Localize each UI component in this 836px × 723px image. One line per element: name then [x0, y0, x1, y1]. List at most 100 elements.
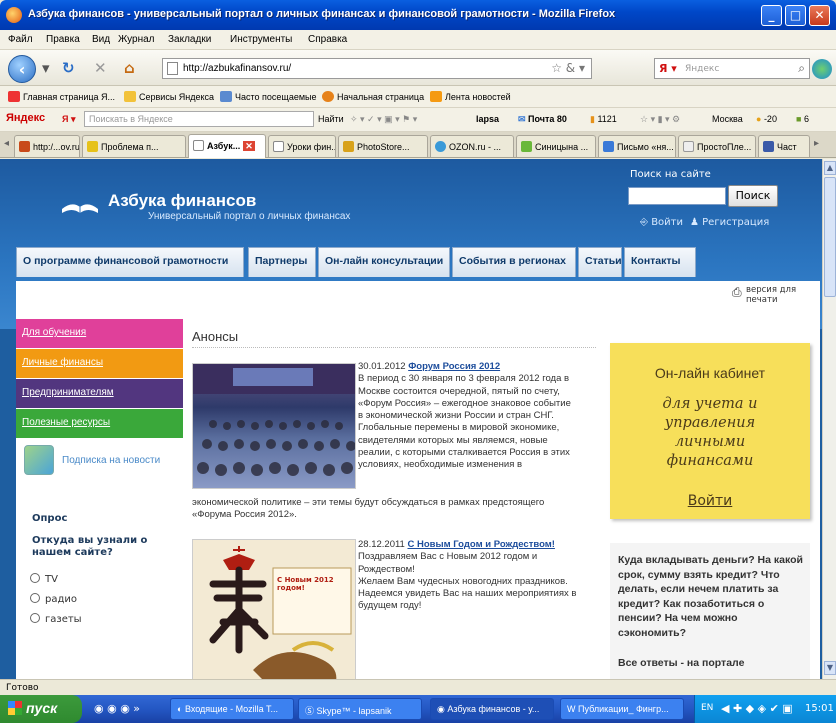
reload-icon[interactable]: ↻	[62, 59, 75, 77]
poll-option-newspapers[interactable]: газеты	[30, 613, 82, 625]
scroll-up-icon[interactable]: ▲	[824, 161, 836, 175]
quicklaunch-icons[interactable]: ◉ ◉ ◉ »	[94, 702, 140, 715]
left-menu-personal-finance[interactable]: Личные финансы	[16, 349, 183, 379]
tab-5[interactable]: PhotoStore...	[338, 135, 428, 157]
toolbar-extra-icons[interactable]: ☆ ▾ ▮ ▾ ⚙	[640, 114, 680, 125]
news-image-forum[interactable]	[192, 363, 356, 489]
vertical-scrollbar[interactable]: ▲ ▼	[822, 159, 836, 679]
left-menu-resources[interactable]: Полезные ресурсы	[16, 409, 183, 439]
yandex-logo-icon[interactable]: Я ▾	[659, 62, 677, 75]
register-link[interactable]: ♟ Регистрация	[690, 217, 769, 228]
addon-icon[interactable]	[812, 59, 832, 79]
site-search-input[interactable]	[628, 187, 726, 205]
scroll-down-icon[interactable]: ▼	[824, 661, 836, 675]
left-menu-entrepreneurs[interactable]: Предпринимателям	[16, 379, 183, 409]
site-search-button[interactable]: Поиск	[728, 185, 778, 207]
login-link[interactable]: ⎆ Войти	[640, 217, 683, 228]
tab-list-icon[interactable]: ▸	[814, 138, 819, 149]
site-name[interactable]: Азбука финансов	[108, 191, 256, 211]
menu-file[interactable]: Файл	[8, 34, 33, 45]
taskbar-skype[interactable]: Ⓢ Skype™ - lapsanik	[298, 698, 422, 720]
bookmark-start-page[interactable]: Начальная страница	[322, 91, 424, 102]
menu-help[interactable]: Справка	[308, 34, 347, 45]
left-menu-education[interactable]: Для обучения	[16, 319, 183, 349]
radio-button[interactable]	[30, 573, 40, 583]
yandex-search-input[interactable]: Поискать в Яндексе	[84, 111, 314, 127]
subscribe-link[interactable]: Подписка на новости	[62, 455, 160, 466]
newsletter-icon	[24, 445, 54, 475]
language-indicator[interactable]: EN	[701, 703, 713, 713]
yandex-bar-logo[interactable]: Яндекс	[6, 112, 45, 124]
scrollbar-thumb[interactable]	[824, 177, 836, 297]
bookmark-most-visited[interactable]: Часто посещаемые	[220, 91, 317, 102]
radio-button[interactable]	[30, 593, 40, 603]
subscribe-block[interactable]: Подписка на новости	[20, 441, 183, 481]
minimize-button[interactable]: _	[761, 5, 782, 26]
menu-tools[interactable]: Инструменты	[230, 34, 292, 45]
ad-block[interactable]: Куда вкладывать деньги? На какой срок, с…	[610, 543, 810, 679]
menu-view[interactable]: Вид	[92, 34, 110, 45]
search-bar[interactable]: Я ▾ Яндекс ⌕	[654, 58, 810, 79]
tray-icons[interactable]: ◀ ✚ ◆ ◈ ✔ ▣	[721, 702, 793, 715]
tab-7[interactable]: Синицына ...	[516, 135, 596, 157]
nav-partners[interactable]: Партнеры	[248, 247, 316, 277]
yandex-counter[interactable]: ▮ 1121	[590, 114, 617, 125]
cabinet-subtitle: для учета и управления личными финансами	[662, 396, 758, 469]
home-icon[interactable]: ⌂	[124, 59, 135, 77]
maximize-button[interactable]: □	[785, 5, 806, 26]
cabinet-login-link[interactable]: Войти	[610, 493, 810, 509]
news-headline-link[interactable]: С Новым Годом и Рождеством!	[407, 539, 554, 550]
tab-10[interactable]: Част	[758, 135, 810, 157]
toolbar-icons[interactable]: ✧ ▾ ✓ ▾ ▣ ▾ ⚑ ▾	[350, 114, 417, 125]
tab-scroll-left-icon[interactable]: ◂	[4, 138, 9, 149]
menu-edit[interactable]: Правка	[46, 34, 80, 45]
poll-option-radio[interactable]: радио	[30, 593, 77, 605]
bookmark-star-icon[interactable]: ☆ & ▾	[551, 61, 585, 75]
radio-button[interactable]	[30, 613, 40, 623]
yandex-weather[interactable]: ● -20	[756, 114, 777, 124]
taskbar-firefox[interactable]: ◉ Азбука финансов - у...	[430, 698, 554, 720]
navigation-toolbar: ‹ ▾ ↻ ✕ ⌂ http://azbukafinansov.ru/ ☆ & …	[0, 50, 836, 86]
nav-articles[interactable]: Статьи	[578, 247, 622, 277]
yandex-user[interactable]: lapsa	[476, 114, 499, 124]
tab-2[interactable]: Проблема п...	[82, 135, 186, 157]
poll-option-tv[interactable]: TV	[30, 573, 58, 585]
back-button[interactable]: ‹	[8, 55, 36, 83]
tab-9[interactable]: ПростоПле...	[678, 135, 756, 157]
start-button[interactable]: пуск	[0, 695, 82, 723]
tab-active[interactable]: Азбук... ✕	[188, 134, 266, 158]
taskbar-word[interactable]: W Публикации_ Фингр...	[560, 698, 684, 720]
history-dropdown-icon[interactable]: ▾	[42, 59, 50, 77]
yandex-find-button[interactable]: Найти	[318, 114, 344, 124]
close-button[interactable]: ✕	[809, 5, 830, 26]
tab-8[interactable]: Письмо «ня...	[598, 135, 676, 157]
yandex-menu-icon[interactable]: Я ▾	[62, 114, 76, 125]
menu-bookmarks[interactable]: Закладки	[168, 34, 211, 45]
yandex-mail[interactable]: ✉ Почта 80	[518, 114, 567, 125]
book-logo-icon[interactable]	[60, 195, 100, 217]
warning-icon	[87, 141, 98, 152]
news-line: Надеемся увидеть Вас на наших мероприяти…	[358, 588, 577, 600]
bookmark-yandex-home[interactable]: Главная страница Я...	[8, 91, 115, 102]
tab-1[interactable]: http:/...ov.ru/	[14, 135, 80, 157]
yandex-city[interactable]: Москва	[712, 114, 743, 124]
tab-close-icon[interactable]: ✕	[243, 141, 255, 151]
online-cabinet-sticker[interactable]: Он-лайн кабинет для учета и управления л…	[610, 343, 810, 519]
stop-icon[interactable]: ✕	[94, 59, 107, 77]
menu-history[interactable]: Журнал	[118, 34, 155, 45]
tab-6[interactable]: OZON.ru - ...	[430, 135, 514, 157]
nav-consultations[interactable]: Он-лайн консультации	[318, 247, 450, 277]
nav-regional-events[interactable]: События в регионах	[452, 247, 576, 277]
yandex-traffic[interactable]: ■ 6	[796, 114, 809, 124]
news-headline-link[interactable]: Форум Россия 2012	[408, 361, 500, 372]
search-icon[interactable]: ⌕	[798, 61, 805, 76]
address-bar[interactable]: http://azbukafinansov.ru/ ☆ & ▾	[162, 58, 592, 79]
taskbar-thunderbird[interactable]: ◐ Входящие - Mozilla T...	[170, 698, 294, 720]
nav-program[interactable]: О программе финансовой грамотности	[16, 247, 244, 277]
nav-contacts[interactable]: Контакты	[624, 247, 696, 277]
bookmark-news-feed[interactable]: Лента новостей	[430, 91, 511, 102]
title-bar: Азбука финансов - универсальный портал о…	[0, 0, 836, 30]
news-image-newyear[interactable]: С Новым 2012 годом!	[192, 539, 356, 679]
tab-4[interactable]: Уроки фин...	[268, 135, 336, 157]
bookmark-yandex-services[interactable]: Сервисы Яндекса	[124, 91, 214, 102]
